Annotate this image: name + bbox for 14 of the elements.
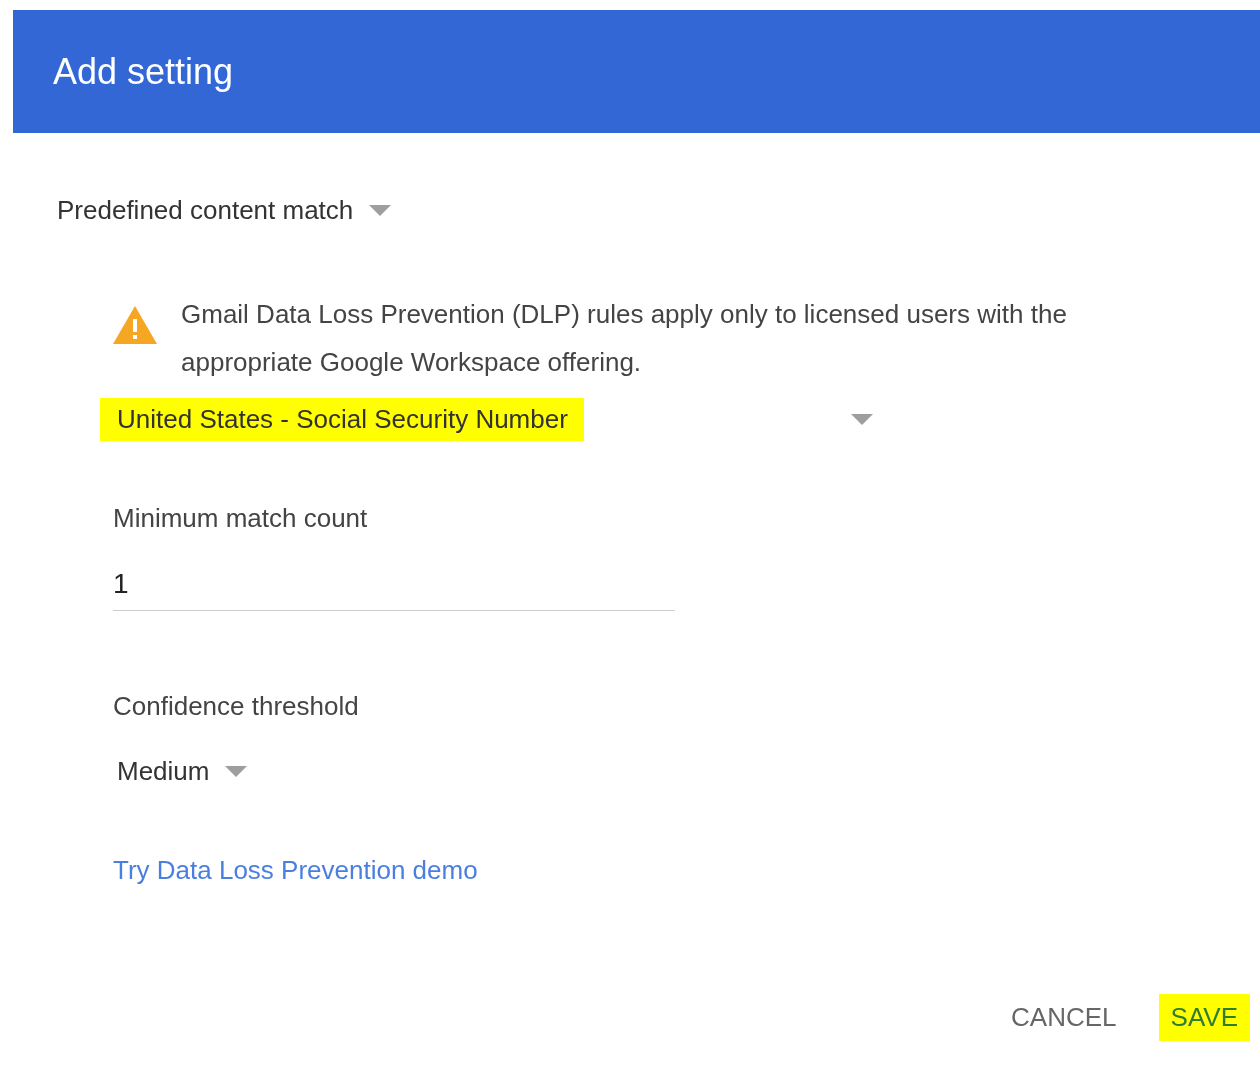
field-label: Minimum match count — [113, 503, 368, 534]
demo-link[interactable]: Try Data Loss Prevention demo — [113, 855, 478, 886]
caret-icon — [369, 205, 392, 216]
warning-icon — [113, 306, 157, 344]
cancel-button[interactable]: CANCEL — [999, 994, 1129, 1041]
save-button[interactable]: SAVE — [1158, 994, 1250, 1041]
content-type-dropdown[interactable]: Predefined content match — [57, 195, 392, 226]
detector-dropdown[interactable]: United States - Social Security Number — [100, 398, 584, 441]
warning-message: Gmail Data Loss Prevention (DLP) rules apply only to licensed users with the appropriate Google Workspace offering. — [181, 298, 1068, 379]
field-label: Confidence threshold — [113, 691, 359, 722]
confidence-dropdown[interactable]: Medium — [117, 756, 248, 787]
dialog-title: Add setting — [53, 50, 234, 93]
caret-icon — [225, 766, 248, 777]
caret-icon — [851, 414, 873, 425]
